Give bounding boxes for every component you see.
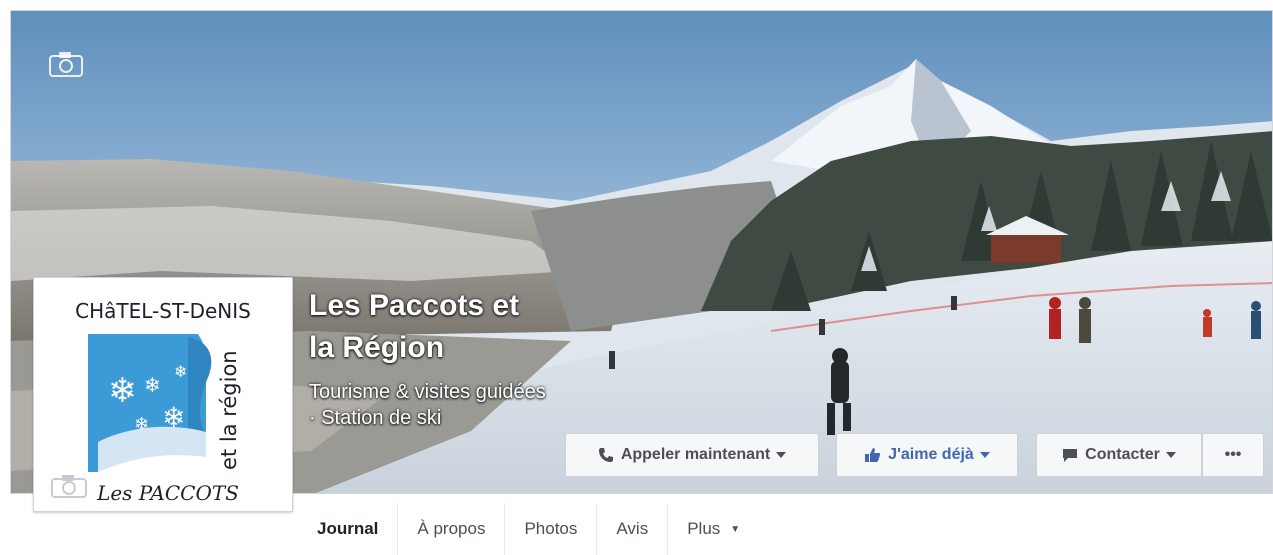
tab-reviews[interactable]: Avis bbox=[597, 503, 669, 555]
svg-text:❄: ❄ bbox=[134, 414, 149, 435]
logo-side-text: et la région bbox=[217, 350, 241, 470]
page-category: Tourisme & visites guidées · Station de … bbox=[309, 381, 546, 429]
like-label: J'aime déjà bbox=[888, 446, 974, 463]
chevron-down-icon bbox=[776, 452, 787, 458]
logo-bottom-text: Les PACCOTS bbox=[96, 481, 239, 505]
logo-top-text: CHâTEL-ST-DeNIS bbox=[75, 299, 251, 323]
profile-picture[interactable]: CHâTEL-ST-DeNIS ❄ ❄ ❄ ❄ ❄ et la région L… bbox=[33, 277, 293, 512]
chevron-down-icon bbox=[1165, 452, 1176, 458]
tab-more[interactable]: Plus ▼ bbox=[668, 503, 759, 555]
svg-text:❄: ❄ bbox=[162, 401, 185, 434]
camera-icon[interactable] bbox=[49, 51, 83, 77]
tab-label: Journal bbox=[317, 519, 379, 538]
tab-journal[interactable]: Journal bbox=[298, 503, 399, 555]
call-now-button[interactable]: Appeler maintenant bbox=[565, 433, 819, 477]
contact-button[interactable]: Contacter bbox=[1036, 433, 1202, 477]
chat-bubble-icon bbox=[1062, 448, 1078, 463]
tab-about[interactable]: À propos bbox=[398, 503, 506, 555]
camera-icon[interactable] bbox=[50, 473, 88, 499]
tab-label: Avis bbox=[616, 519, 649, 538]
page-tabs: Journal À propos Photos Avis Plus ▼ bbox=[298, 503, 759, 555]
page-title[interactable]: Les Paccots et la Région bbox=[309, 285, 549, 369]
phone-icon bbox=[598, 447, 614, 463]
ellipsis-icon: ••• bbox=[1224, 446, 1242, 463]
tab-label: Plus bbox=[687, 519, 721, 538]
svg-text:❄: ❄ bbox=[144, 373, 161, 397]
tab-label: Photos bbox=[524, 519, 578, 538]
thumbs-up-icon bbox=[864, 447, 881, 463]
svg-text:❄: ❄ bbox=[174, 362, 187, 381]
svg-text:❄: ❄ bbox=[108, 371, 137, 411]
tab-photos[interactable]: Photos bbox=[505, 503, 598, 555]
contact-label: Contacter bbox=[1085, 446, 1160, 463]
tab-label: À propos bbox=[417, 519, 486, 538]
more-options-button[interactable]: ••• bbox=[1202, 433, 1264, 477]
chevron-down-icon: ▼ bbox=[730, 523, 741, 535]
like-button[interactable]: J'aime déjà bbox=[836, 433, 1018, 477]
call-now-label: Appeler maintenant bbox=[620, 446, 771, 463]
chevron-down-icon bbox=[979, 452, 990, 458]
